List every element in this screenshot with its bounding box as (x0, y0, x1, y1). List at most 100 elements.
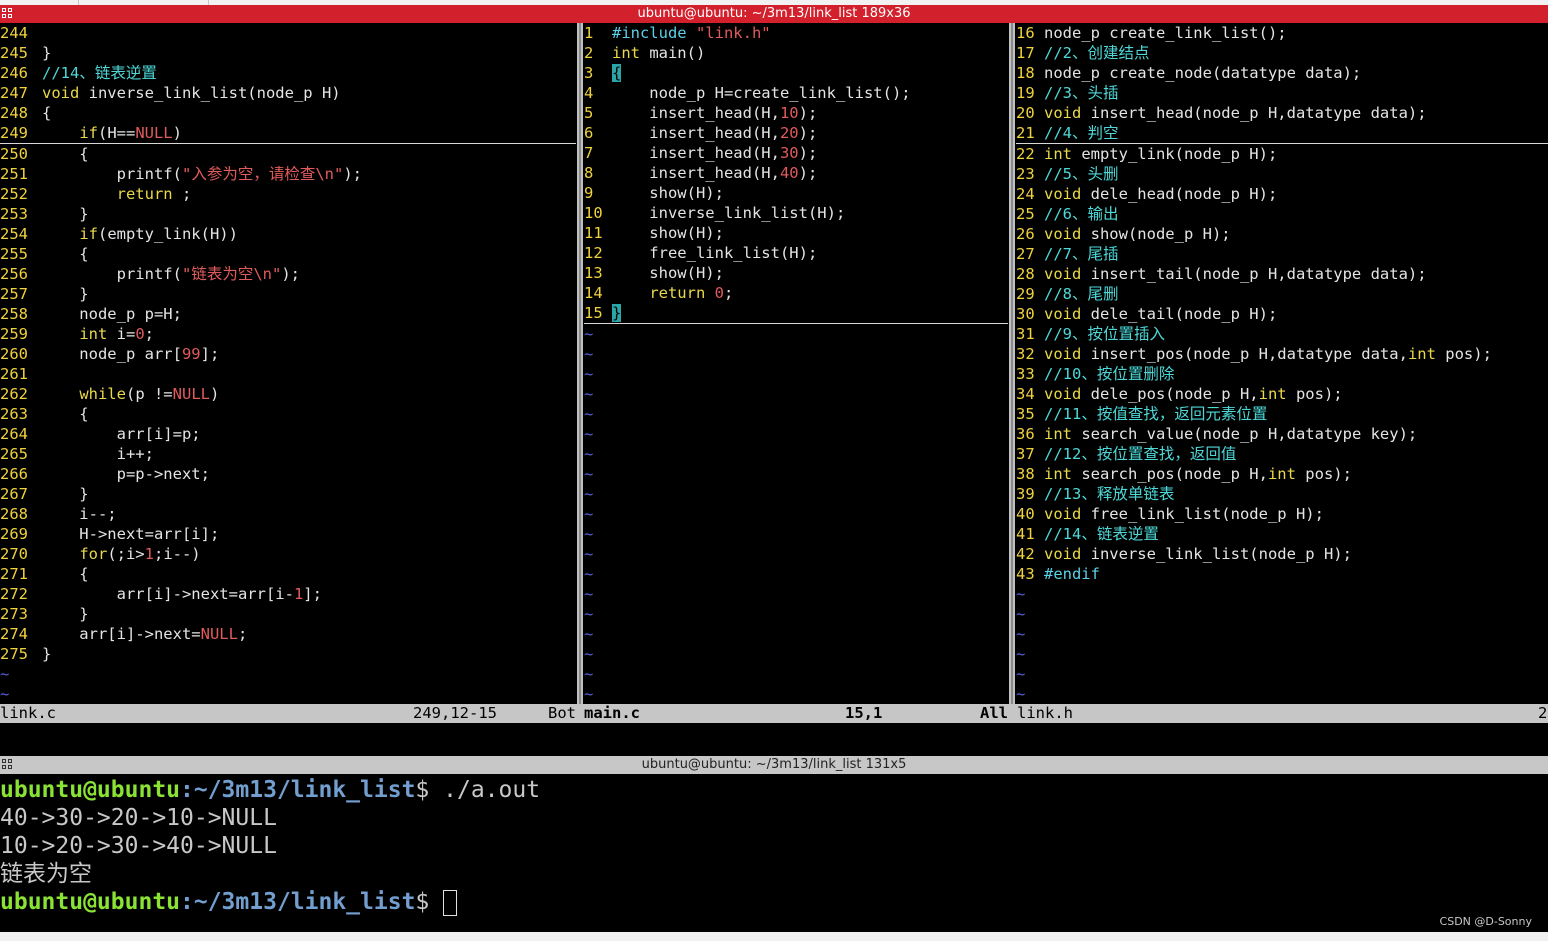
terminal-output-area[interactable]: ubuntu@ubuntu:~/3m13/link_list$ ./a.out … (0, 774, 1548, 932)
code-line[interactable]: 259 int i=0; (0, 324, 576, 344)
code-line[interactable]: 18 node_p create_node(datatype data); (1016, 63, 1548, 83)
code-line[interactable]: 43 #endif (1016, 564, 1548, 584)
window-menu-icon[interactable] (2, 8, 13, 19)
vertical-split-divider[interactable] (577, 23, 583, 704)
code-line[interactable]: 22 int empty_link(node_p H); (1016, 144, 1548, 164)
vim-status-line: link.c 249,12-15 Bot main.c 15,1 All lin… (0, 704, 1548, 723)
code-line[interactable]: 8 insert_head(H,40); (584, 163, 1008, 183)
code-line[interactable]: 40 void free_link_list(node_p H); (1016, 504, 1548, 524)
code-line[interactable]: 41 //14、链表逆置 (1016, 524, 1548, 544)
terminal-prompt-line[interactable]: ubuntu@ubuntu:~/3m13/link_list$ (0, 888, 458, 916)
code-line[interactable]: 246 //14、链表逆置 (0, 63, 576, 83)
terminal-window-titlebar[interactable]: ubuntu@ubuntu: ~/3m13/link_list 131x5 (0, 756, 1548, 774)
code-line[interactable]: 255 { (0, 244, 576, 264)
code-line[interactable]: 263 { (0, 404, 576, 424)
line-number: 32 (1016, 345, 1035, 363)
code-line[interactable]: 268 i--; (0, 504, 576, 524)
empty-line-tilde: ~ (584, 325, 594, 343)
code-line[interactable]: 252 return ; (0, 184, 576, 204)
code-text: arr[i]->next=arr[i-1]; (41, 585, 322, 603)
code-line[interactable]: 256 printf("链表为空\n"); (0, 264, 576, 284)
code-line[interactable]: 11 show(H); (584, 223, 1008, 243)
code-line[interactable]: 10 inverse_link_list(H); (584, 203, 1008, 223)
code-line[interactable]: 12 free_link_list(H); (584, 243, 1008, 263)
vim-pane-link-h[interactable]: 16 node_p create_link_list(); 17//2、创建结点 18… (1016, 23, 1548, 703)
code-line[interactable]: 29 //8、尾删 (1016, 284, 1548, 304)
code-line[interactable]: 266 p=p->next; (0, 464, 576, 484)
code-line[interactable]: 261 (0, 364, 576, 384)
code-line[interactable]: 16 node_p create_link_list(); (1016, 23, 1548, 43)
code-line[interactable]: 265 i++; (0, 444, 576, 464)
line-number: 259 (0, 325, 28, 343)
code-line[interactable]: 271 { (0, 564, 576, 584)
code-line[interactable]: 24 void dele_head(node_p H); (1016, 184, 1548, 204)
line-number: 41 (1016, 525, 1035, 543)
code-line[interactable]: 38 int search_pos(node_p H,int pos); (1016, 464, 1548, 484)
code-line[interactable]: 32 void insert_pos(node_p H,datatype data… (1016, 344, 1548, 364)
code-line[interactable]: 36 int search_value(node_p H,datatype key… (1016, 424, 1548, 444)
code-line[interactable]: 9 show(H); (584, 183, 1008, 203)
code-line[interactable]: 269 H->next=arr[i]; (0, 524, 576, 544)
code-line[interactable]: 13 show(H); (584, 263, 1008, 283)
code-line[interactable]: 249 if(H==NULL) (0, 123, 576, 144)
code-line[interactable]: 37 //12、按位置查找，返回值 (1016, 444, 1548, 464)
code-line[interactable]: 250 { (0, 144, 576, 164)
code-line[interactable]: 245} (0, 43, 576, 63)
vertical-split-divider[interactable] (1009, 23, 1015, 704)
code-line[interactable]: 251 printf("入参为空，请检查\n"); (0, 164, 576, 184)
code-line[interactable]: 14 return 0; (584, 283, 1008, 303)
code-line[interactable]: 2 int main() (584, 43, 1008, 63)
code-line[interactable]: 17 //2、创建结点 (1016, 43, 1548, 63)
code-line[interactable]: 264 arr[i]=p; (0, 424, 576, 444)
vim-pane-main-c[interactable]: 1 #include "link.h" 2 int main() 3{4 node_p … (584, 23, 1008, 703)
code-line[interactable]: 33 //10、按位置删除 (1016, 364, 1548, 384)
code-line[interactable]: 258 node_p p=H; (0, 304, 576, 324)
code-line[interactable]: 39 //13、释放单链表 (1016, 484, 1548, 504)
code-line[interactable]: 35 //11、按值查找，返回元素位置 (1016, 404, 1548, 424)
terminal-window-titlebar[interactable]: ubuntu@ubuntu: ~/3m13/link_list 189x36 (0, 5, 1548, 23)
code-line[interactable]: 20 void insert_head(node_p H,datatype dat… (1016, 103, 1548, 123)
code-line[interactable]: 15} (584, 303, 1008, 324)
code-line[interactable]: 28 void insert_tail(node_p H,datatype dat… (1016, 264, 1548, 284)
code-line[interactable]: 262 while(p !=NULL) (0, 384, 576, 404)
code-line[interactable]: 34 void dele_pos(node_p H,int pos); (1016, 384, 1548, 404)
code-line[interactable]: 275} (0, 644, 576, 664)
code-line[interactable]: 30 void dele_tail(node_p H); (1016, 304, 1548, 324)
code-line[interactable]: 27 //7、尾插 (1016, 244, 1548, 264)
code-line[interactable]: 42 void inverse_link_list(node_p H); (1016, 544, 1548, 564)
code-line[interactable]: 25 //6、输出 (1016, 204, 1548, 224)
code-text: int search_pos(node_p H,int pos); (1043, 465, 1352, 483)
code-line[interactable]: 6 insert_head(H,20); (584, 123, 1008, 143)
code-line[interactable]: 3{ (584, 63, 1008, 83)
code-line[interactable]: 19 //3、头插 (1016, 83, 1548, 103)
line-number: 13 (584, 264, 603, 282)
code-line[interactable]: 272 arr[i]->next=arr[i-1]; (0, 584, 576, 604)
code-line[interactable]: 1 #include "link.h" (584, 23, 1008, 43)
code-line[interactable]: 26 void show(node_p H); (1016, 224, 1548, 244)
code-line[interactable]: 7 insert_head(H,30); (584, 143, 1008, 163)
code-line[interactable]: 254 if(empty_link(H)) (0, 224, 576, 244)
code-text: //12、按位置查找，返回值 (1043, 445, 1237, 463)
vim-command-line[interactable] (0, 723, 1548, 756)
code-line[interactable]: 5 insert_head(H,10); (584, 103, 1008, 123)
code-line[interactable]: 253 } (0, 204, 576, 224)
code-line[interactable]: 247 void inverse_link_list(node_p H) (0, 83, 576, 103)
code-line[interactable]: 260 node_p arr[99]; (0, 344, 576, 364)
code-line[interactable]: 4 node_p H=create_link_list(); (584, 83, 1008, 103)
code-line[interactable]: 23 //5、头删 (1016, 164, 1548, 184)
line-number: 36 (1016, 425, 1035, 443)
code-line[interactable]: 31 //9、按位置插入 (1016, 324, 1548, 344)
code-text: insert_head(H,30); (611, 144, 818, 162)
line-number: 7 (584, 144, 594, 162)
window-menu-icon[interactable] (2, 759, 13, 770)
code-line[interactable]: 257 } (0, 284, 576, 304)
code-line[interactable]: 274 arr[i]->next=NULL; (0, 624, 576, 644)
code-line[interactable]: 273 } (0, 604, 576, 624)
code-line[interactable]: 248 { (0, 103, 576, 123)
vim-pane-link-c[interactable]: 244 245} 246//14、链表逆置 247 void inverse_link_… (0, 23, 576, 703)
code-line[interactable]: 244 (0, 23, 576, 43)
code-line[interactable]: 267 } (0, 484, 576, 504)
code-line[interactable]: 270 for(;i>1;i--) (0, 544, 576, 564)
line-number: 257 (0, 285, 28, 303)
code-line[interactable]: 21 //4、判空 (1016, 123, 1548, 144)
